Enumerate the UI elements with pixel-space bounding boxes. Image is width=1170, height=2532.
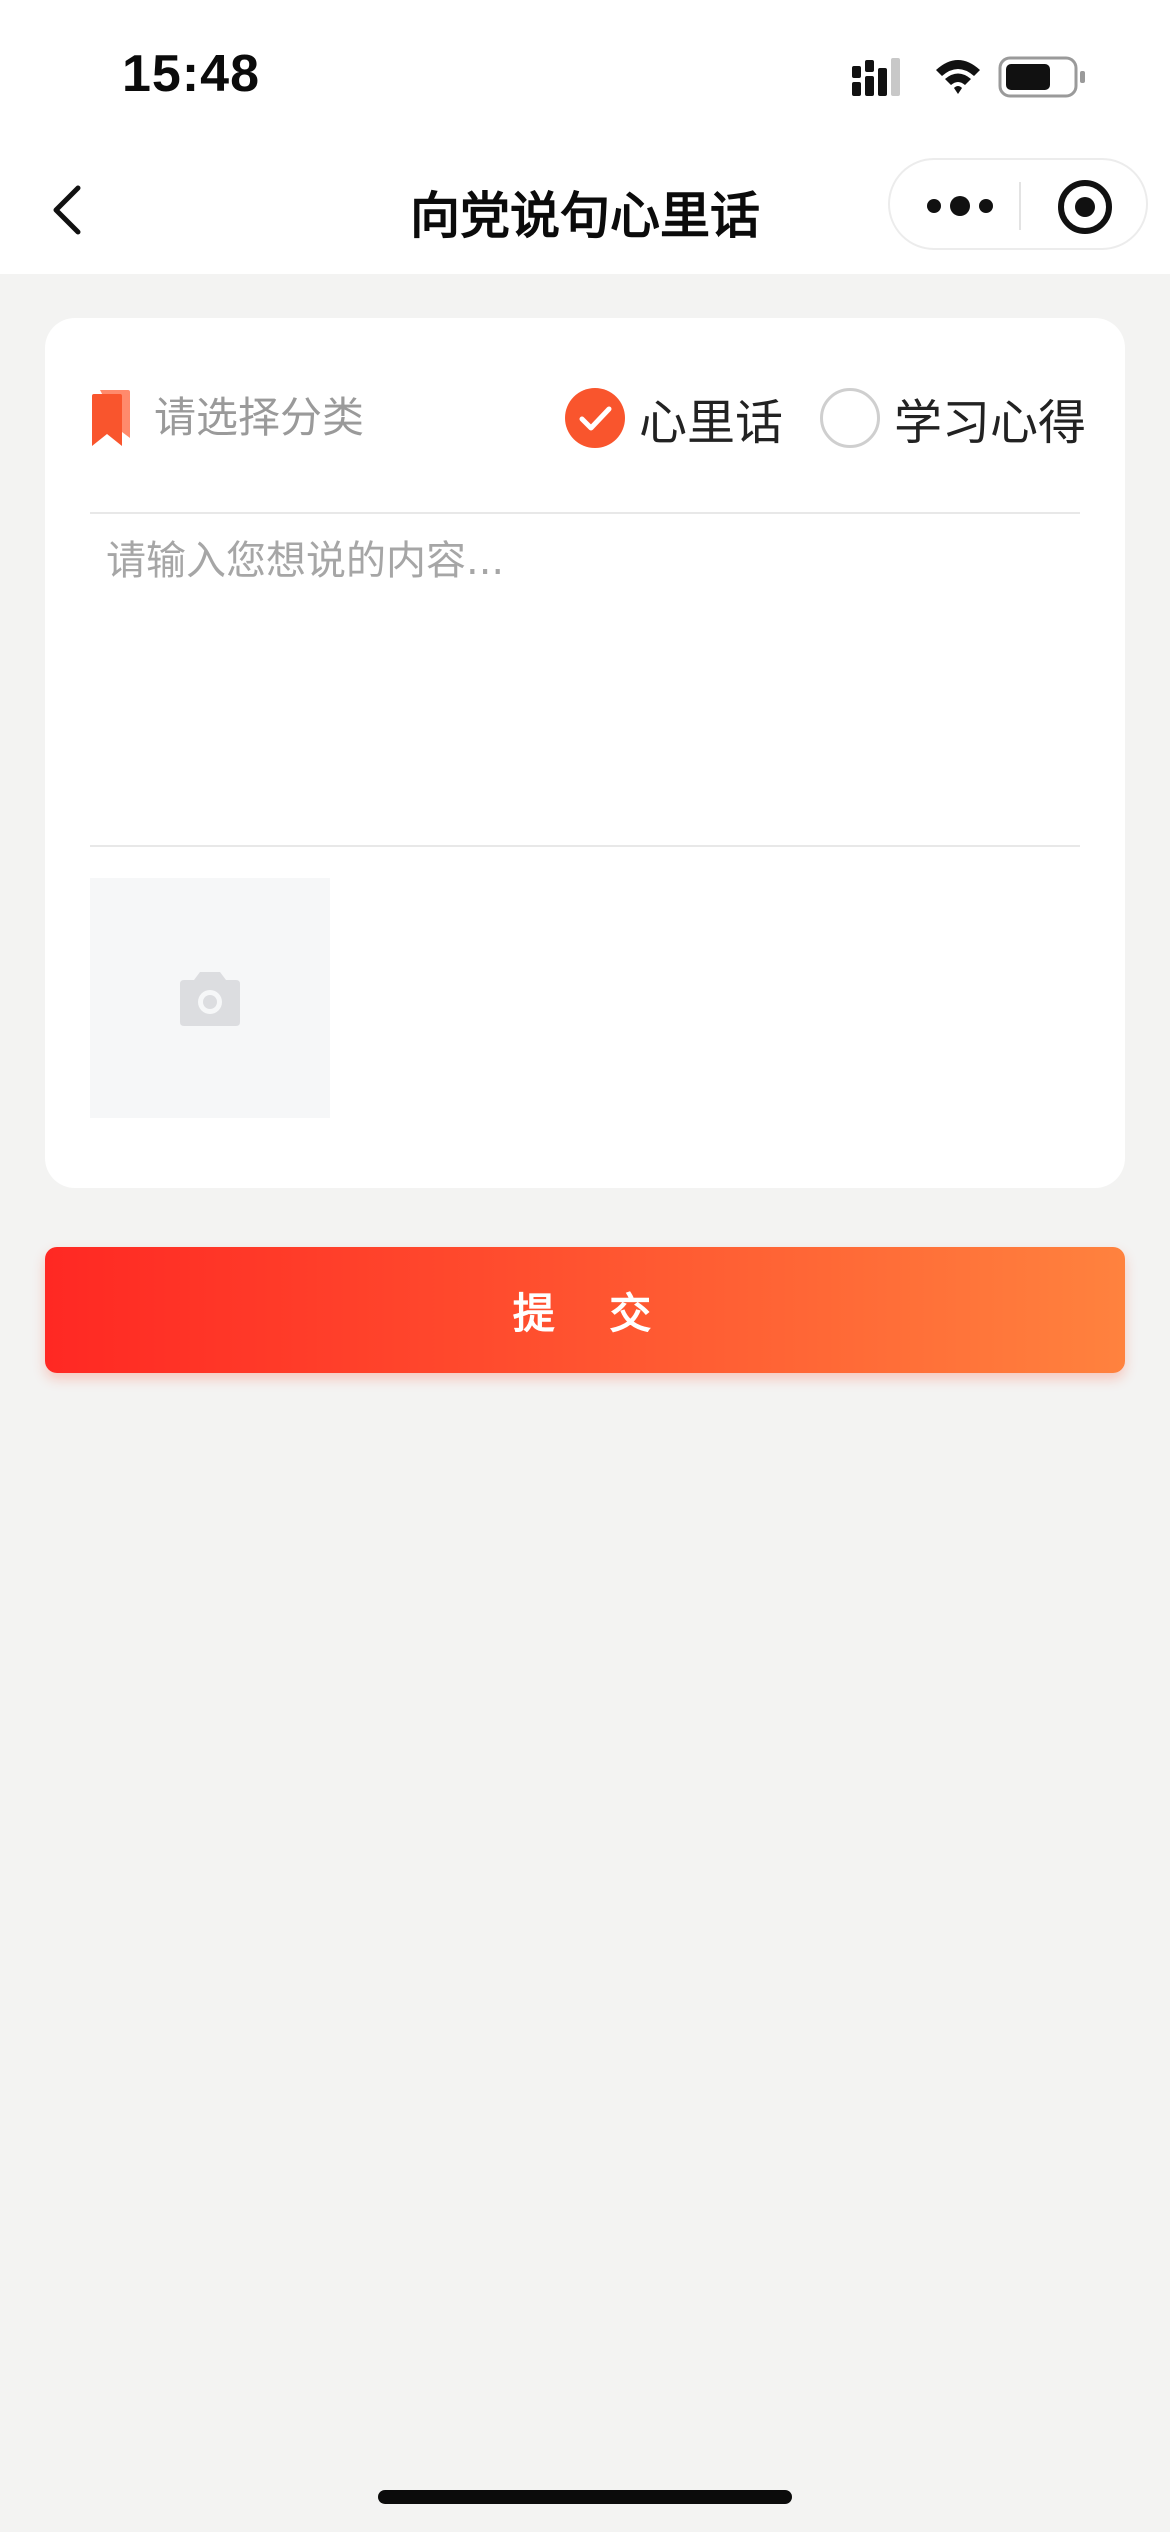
bookmark-icon (92, 390, 130, 446)
capsule-divider (1019, 182, 1021, 230)
radio-checked-icon[interactable] (565, 388, 625, 448)
checkmark-icon (579, 406, 612, 431)
battery-icon (998, 56, 1085, 98)
mini-program-capsule (888, 158, 1148, 250)
radio-label: 学习心得 (894, 395, 1087, 451)
camera-icon (180, 972, 240, 1026)
submit-button[interactable]: 提 交 (45, 1247, 1125, 1373)
target-close-icon[interactable] (1050, 172, 1120, 242)
status-bar: 15:48 (0, 0, 1170, 140)
signal-icon (852, 58, 900, 96)
nav-bar: 向党说句心里话 (0, 140, 1170, 274)
radio-option-heart-words[interactable]: 心里话 (565, 386, 784, 451)
form-card: 请选择分类 心里话 学习心得 (45, 318, 1125, 1188)
radio-option-study-notes[interactable]: 学习心得 (820, 386, 1087, 451)
category-select[interactable]: 请选择分类 (154, 388, 364, 448)
status-icons (852, 56, 1085, 98)
more-dots-icon[interactable] (920, 176, 1000, 236)
divider (90, 845, 1080, 847)
photo-upload-button[interactable] (90, 878, 330, 1118)
status-time: 15:48 (122, 45, 260, 103)
radio-label: 心里话 (639, 395, 784, 451)
home-indicator (378, 2490, 792, 2504)
wifi-icon (936, 60, 980, 94)
category-row: 请选择分类 心里话 学习心得 (90, 378, 1086, 488)
radio-unchecked-icon[interactable] (820, 388, 880, 448)
content-input[interactable] (90, 510, 1080, 810)
